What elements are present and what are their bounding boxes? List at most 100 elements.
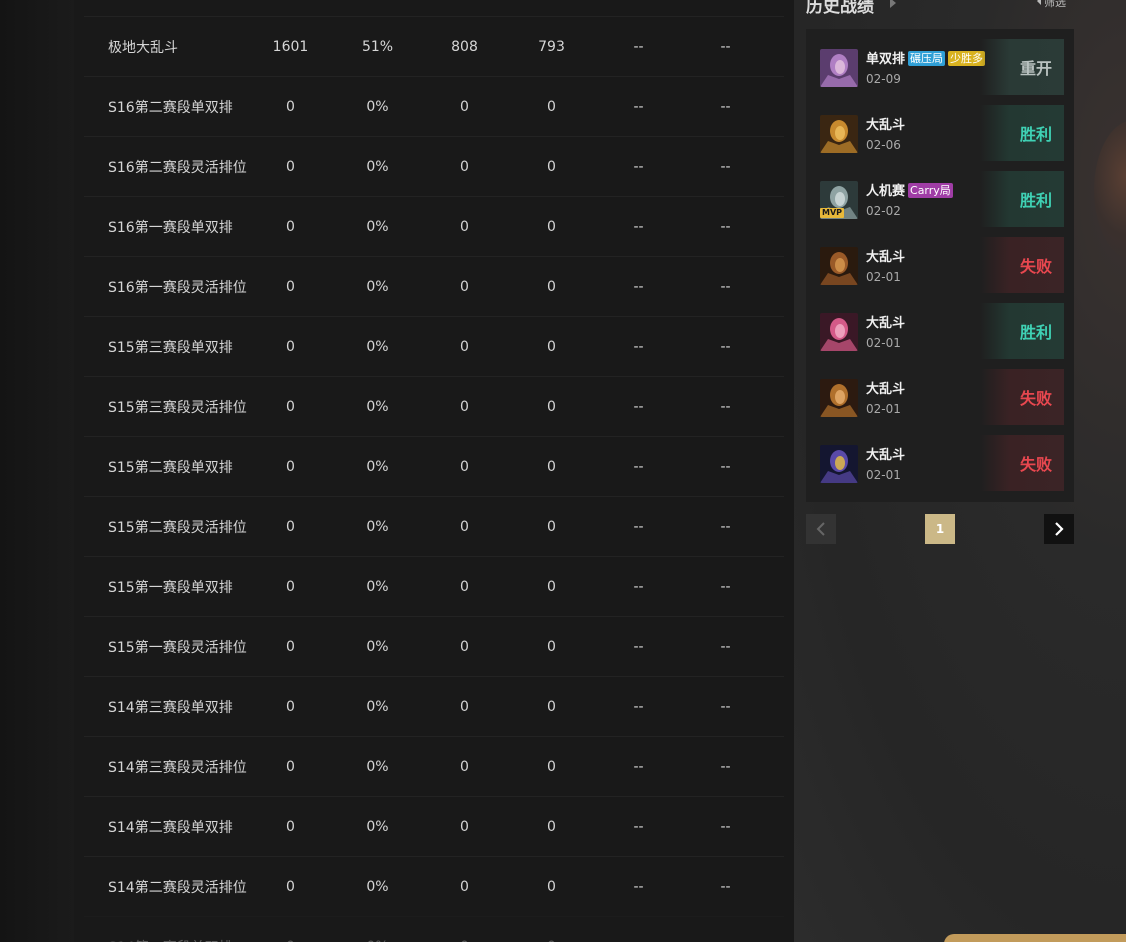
- match-mode: 大乱斗: [866, 246, 905, 265]
- table-row: S15第一赛段灵活排位 0 0% 0 0 -- --: [84, 616, 784, 676]
- match-item[interactable]: 大乱斗 02-06 胜利: [806, 105, 1074, 161]
- match-result: 胜利: [980, 105, 1064, 161]
- stat-cell: --: [720, 758, 731, 775]
- match-item[interactable]: MVP 人机赛 Carry局 02-02 胜利: [806, 171, 1074, 227]
- match-item[interactable]: 大乱斗 02-01 胜利: [806, 303, 1074, 359]
- stat-cell: 0%: [366, 698, 389, 715]
- stat-cell: 0: [547, 758, 556, 775]
- next-page-button[interactable]: [1044, 514, 1074, 544]
- stat-cell: 0: [286, 158, 295, 175]
- champion-avatar: [820, 115, 858, 153]
- stat-cell: 0: [547, 698, 556, 715]
- stat-cell: 0: [460, 518, 469, 535]
- match-item[interactable]: 单双排 碾压局 少胜多 02-09 重开: [806, 39, 1074, 95]
- stat-cell: 0: [247, 939, 334, 942]
- stat-cell: 0%: [366, 338, 389, 355]
- stat-cell: 0: [286, 218, 295, 235]
- stat-cell: 0: [421, 939, 508, 942]
- stat-cell: --: [720, 698, 731, 715]
- stat-cell: 0: [547, 398, 556, 415]
- match-mode: 大乱斗: [866, 312, 905, 331]
- stat-cell: 0: [460, 578, 469, 595]
- match-item[interactable]: 大乱斗 02-01 失败: [806, 435, 1074, 491]
- match-mode-label: 单双排: [866, 52, 906, 67]
- stat-cell: 0: [286, 518, 295, 535]
- table-row: S15第二赛段单双排 0 0% 0 0 -- --: [84, 436, 784, 496]
- match-date: 02-01: [866, 468, 901, 482]
- queue-name-cell: S15第三赛段灵活排位: [108, 399, 247, 416]
- filter-button[interactable]: 筛选: [1044, 0, 1066, 10]
- stat-cell: 0: [460, 638, 469, 655]
- prev-page-button[interactable]: [806, 514, 836, 544]
- stat-cell: --: [595, 939, 682, 942]
- queue-name-cell: S14第三赛段灵活排位: [108, 759, 247, 776]
- stat-cell: --: [720, 578, 731, 595]
- table-row: S15第二赛段灵活排位 0 0% 0 0 -- --: [84, 496, 784, 556]
- match-result: 胜利: [980, 303, 1064, 359]
- match-mode: 单双排 碾压局 少胜多: [866, 48, 986, 67]
- stat-cell: 0%: [366, 98, 389, 115]
- match-item[interactable]: 大乱斗 02-01 失败: [806, 369, 1074, 425]
- stat-cell: 0: [460, 458, 469, 475]
- stat-cell: 0: [460, 278, 469, 295]
- stat-cell: 0: [547, 338, 556, 355]
- stat-cell: 0%: [366, 278, 389, 295]
- title-arrow-icon[interactable]: [890, 0, 896, 8]
- match-mode: 大乱斗: [866, 114, 905, 133]
- match-date: 02-09: [866, 72, 901, 86]
- stat-cell: 0: [547, 278, 556, 295]
- table-row: S14第三赛段灵活排位 0 0% 0 0 -- --: [84, 736, 784, 796]
- stat-cell: --: [633, 218, 644, 235]
- stat-cell: --: [633, 578, 644, 595]
- background-decoration: [1094, 120, 1126, 260]
- bottom-decoration: [944, 934, 1126, 942]
- stat-cell: 808: [451, 38, 478, 55]
- stat-cell: 0%: [366, 638, 389, 655]
- match-tag: 碾压局: [908, 51, 946, 66]
- match-mode: 大乱斗: [866, 378, 905, 397]
- match-item[interactable]: 大乱斗 02-01 失败: [806, 237, 1074, 293]
- stat-cell: 0: [460, 98, 469, 115]
- stat-cell: 0: [286, 398, 295, 415]
- stat-cell: --: [633, 98, 644, 115]
- queue-name-cell: S16第一赛段单双排: [108, 219, 233, 236]
- stat-cell: --: [720, 878, 731, 895]
- match-result: 失败: [980, 435, 1064, 491]
- queue-name-cell: S15第二赛段单双排: [108, 459, 233, 476]
- ranked-stats-panel: 极地大乱斗 1601 51% 808 793 -- -- S16第二赛段单双排 0 0% 0 0 -- -…: [74, 0, 794, 942]
- champion-avatar: [820, 247, 858, 285]
- stat-cell: 0: [547, 218, 556, 235]
- stat-cell: 0: [460, 698, 469, 715]
- stat-cell: --: [633, 458, 644, 475]
- queue-name-cell: S16第一赛段灵活排位: [108, 279, 247, 296]
- table-row: S14第三赛段单双排 0 0% 0 0 -- --: [84, 676, 784, 736]
- match-history-sidebar: 历史战绩 筛选 单双排 碾压局 少胜多 02-09 重开大乱斗 02-06 胜利 MVP 人机赛…: [794, 0, 1126, 942]
- page: 极地大乱斗 1601 51% 808 793 -- -- S16第二赛段单双排 0 0% 0 0 -- -…: [0, 0, 1126, 942]
- stat-cell: 0: [547, 518, 556, 535]
- table-row: S14第一赛段单双排00%00----: [84, 916, 784, 942]
- stat-cell: 0%: [366, 398, 389, 415]
- match-history-title: 历史战绩: [806, 0, 874, 17]
- filter-arrow-icon[interactable]: [1037, 0, 1041, 5]
- page-number-button[interactable]: 1: [925, 514, 955, 544]
- match-mode-label: 大乱斗: [866, 118, 906, 133]
- queue-name-cell: S15第三赛段单双排: [108, 339, 233, 356]
- stat-cell: --: [720, 98, 731, 115]
- stat-cell: --: [720, 338, 731, 355]
- match-result: 重开: [980, 39, 1064, 95]
- stat-cell: 51%: [361, 38, 394, 55]
- stat-cell: --: [720, 38, 731, 55]
- queue-name-cell: S16第二赛段单双排: [108, 99, 233, 116]
- match-result: 失败: [980, 369, 1064, 425]
- stat-cell: 0: [286, 698, 295, 715]
- stat-cell: 0: [286, 638, 295, 655]
- table-row: S15第一赛段单双排 0 0% 0 0 -- --: [84, 556, 784, 616]
- match-mode: 人机赛 Carry局: [866, 180, 953, 199]
- stat-cell: 1601: [272, 38, 309, 55]
- queue-name-cell: S15第一赛段单双排: [108, 579, 233, 596]
- queue-name-cell: S14第三赛段单双排: [108, 699, 233, 716]
- queue-name-cell: S15第二赛段灵活排位: [108, 519, 247, 536]
- stat-cell: 0: [460, 818, 469, 835]
- stat-cell: --: [720, 158, 731, 175]
- match-date: 02-01: [866, 402, 901, 416]
